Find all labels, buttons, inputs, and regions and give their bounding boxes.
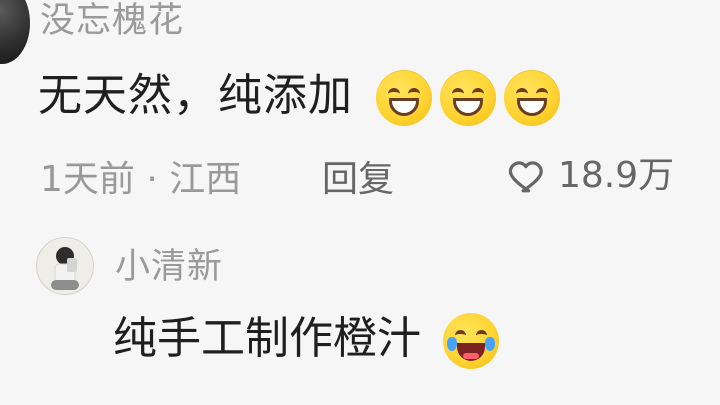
reply-button[interactable]: 回复 <box>322 160 394 200</box>
heart-icon <box>508 161 543 193</box>
face-with-tears-of-joy-icon <box>443 313 499 369</box>
username[interactable]: 小清新 <box>115 246 223 288</box>
emoji-mouth <box>389 98 419 116</box>
emoji-left-eye <box>455 330 466 341</box>
comment-top: 没忘槐花 无天然，纯添加 1天前 · 江西 回复 18.9万 <box>0 0 720 220</box>
like-button[interactable]: 18.9万 <box>507 154 674 197</box>
emoji-left-tear <box>447 337 457 351</box>
avatar[interactable] <box>0 0 30 64</box>
comment-text: 无天然，纯添加 <box>38 70 353 121</box>
comment-text: 纯手工制作橙汁 <box>113 313 421 364</box>
comment-meta: 1天前 · 江西 <box>40 159 242 200</box>
emoji-mouth <box>517 98 547 116</box>
avatar-image <box>37 238 93 294</box>
grinning-face-icon <box>376 70 432 126</box>
grinning-face-icon <box>440 70 496 126</box>
grinning-face-icon <box>504 70 560 126</box>
avatar[interactable] <box>36 237 94 295</box>
comment-content: 纯手工制作橙汁 <box>113 312 499 369</box>
like-count: 18.9万 <box>558 154 675 196</box>
emoji-mouth <box>457 343 485 361</box>
comment-content: 无天然，纯添加 <box>38 68 560 126</box>
username[interactable]: 没忘槐花 <box>40 0 184 42</box>
comment-meta-cutoff <box>120 389 720 405</box>
emoji-right-tear <box>485 337 495 351</box>
emoji-group <box>376 70 560 126</box>
emoji-mouth <box>453 98 483 116</box>
